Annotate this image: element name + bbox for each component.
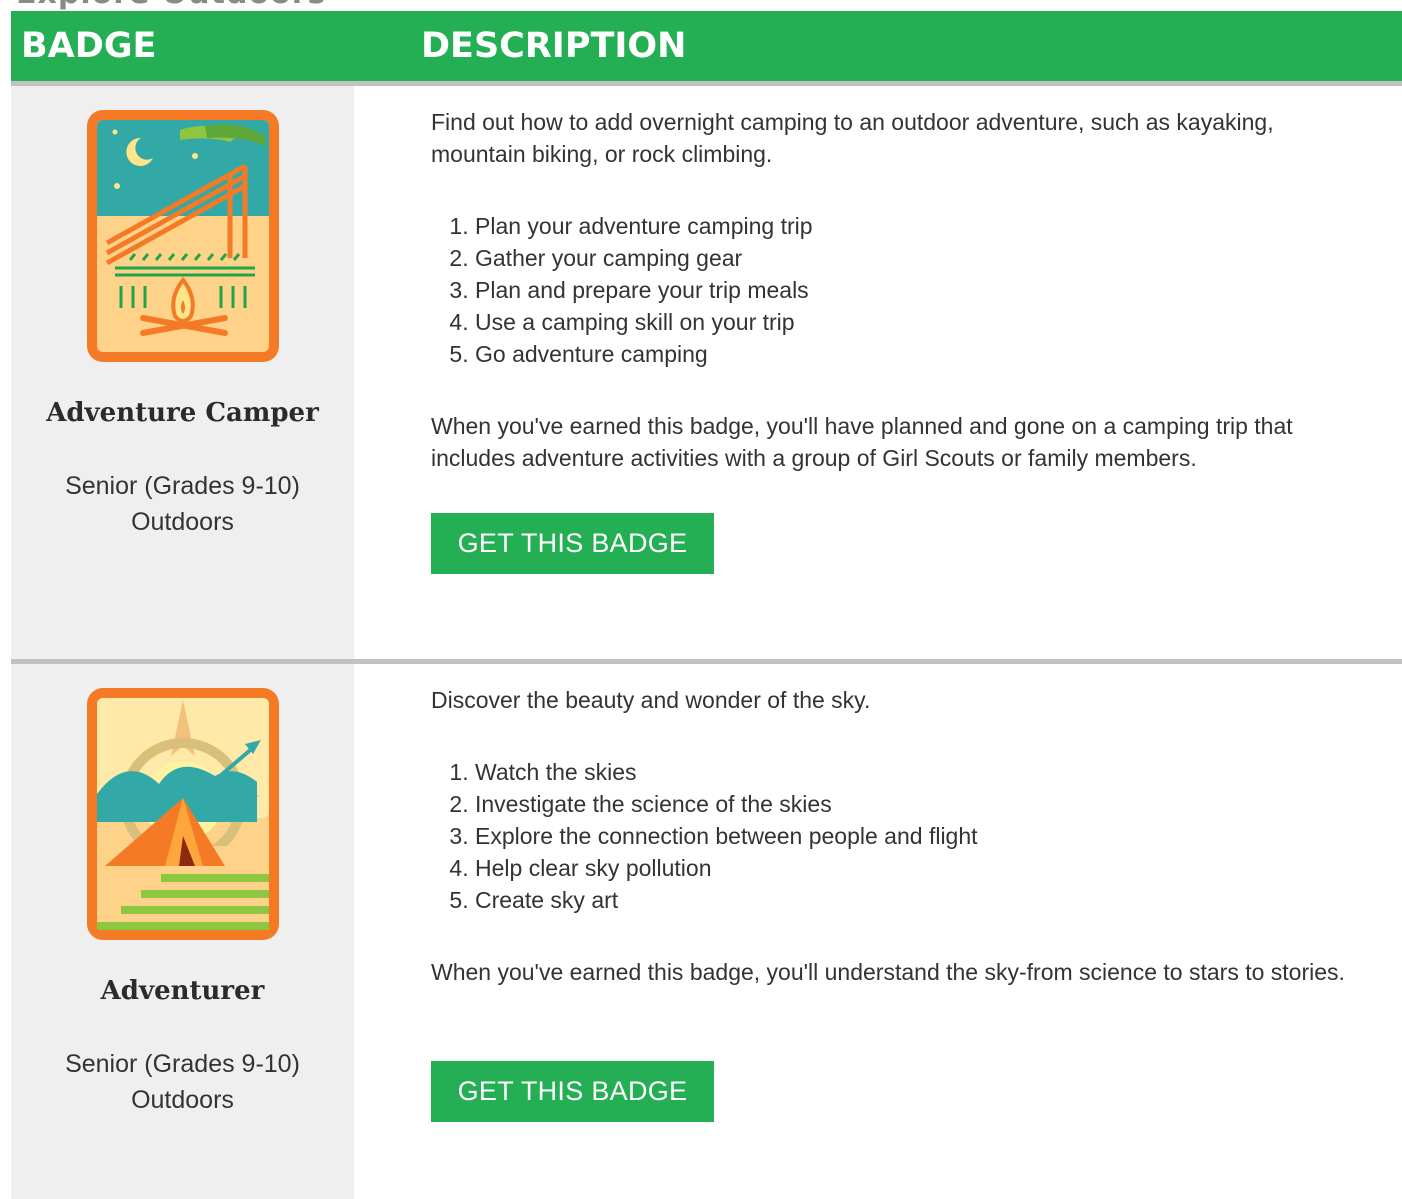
badge-category: Outdoors [131, 508, 234, 536]
badge-steps: Watch the skies Investigate the science … [431, 756, 1371, 916]
table-header: BADGE DESCRIPTION [11, 11, 1402, 81]
table-row: Adventurer Senior (Grades 9-10) Outdoors… [11, 659, 1402, 1199]
badge-level: Senior (Grades 9-10) [65, 1050, 300, 1078]
badge-level: Senior (Grades 9-10) [65, 472, 300, 500]
list-item: Go adventure camping [475, 338, 1371, 370]
section-heading-partial: Explore Outdoors [0, 0, 1402, 10]
badge-column: Adventure Camper Senior (Grades 9-10) Ou… [11, 86, 354, 661]
list-item: Create sky art [475, 884, 1371, 916]
list-item: Use a camping skill on your trip [475, 306, 1371, 338]
header-description: DESCRIPTION [421, 26, 687, 66]
get-this-badge-button[interactable]: GET THIS BADGE [431, 1061, 714, 1122]
header-badge: BADGE [21, 26, 157, 66]
badge-category: Outdoors [131, 1086, 234, 1114]
list-item: Gather your camping gear [475, 242, 1371, 274]
get-this-badge-button[interactable]: GET THIS BADGE [431, 513, 714, 574]
table-row: Adventure Camper Senior (Grades 9-10) Ou… [11, 81, 1402, 661]
description-column: Find out how to add overnight camping to… [431, 106, 1371, 474]
badge-outcome: When you've earned this badge, you'll un… [431, 959, 1345, 985]
badge-steps: Plan your adventure camping trip Gather … [431, 210, 1371, 370]
badge-outcome: When you've earned this badge, you'll ha… [431, 413, 1293, 471]
description-column: Discover the beauty and wonder of the sk… [431, 684, 1371, 988]
adventure-camper-badge-icon[interactable] [85, 108, 281, 364]
list-item: Help clear sky pollution [475, 852, 1371, 884]
list-item: Investigate the science of the skies [475, 788, 1371, 820]
list-item: Explore the connection between people an… [475, 820, 1371, 852]
badge-column: Adventurer Senior (Grades 9-10) Outdoors [11, 664, 354, 1199]
badge-intro: Find out how to add overnight camping to… [431, 109, 1274, 167]
list-item: Plan and prepare your trip meals [475, 274, 1371, 306]
adventurer-badge-icon[interactable] [85, 686, 281, 942]
badge-name: Adventure Camper [46, 398, 319, 428]
list-item: Plan your adventure camping trip [475, 210, 1371, 242]
badge-intro: Discover the beauty and wonder of the sk… [431, 687, 871, 713]
list-item: Watch the skies [475, 756, 1371, 788]
badge-name: Adventurer [100, 976, 265, 1006]
